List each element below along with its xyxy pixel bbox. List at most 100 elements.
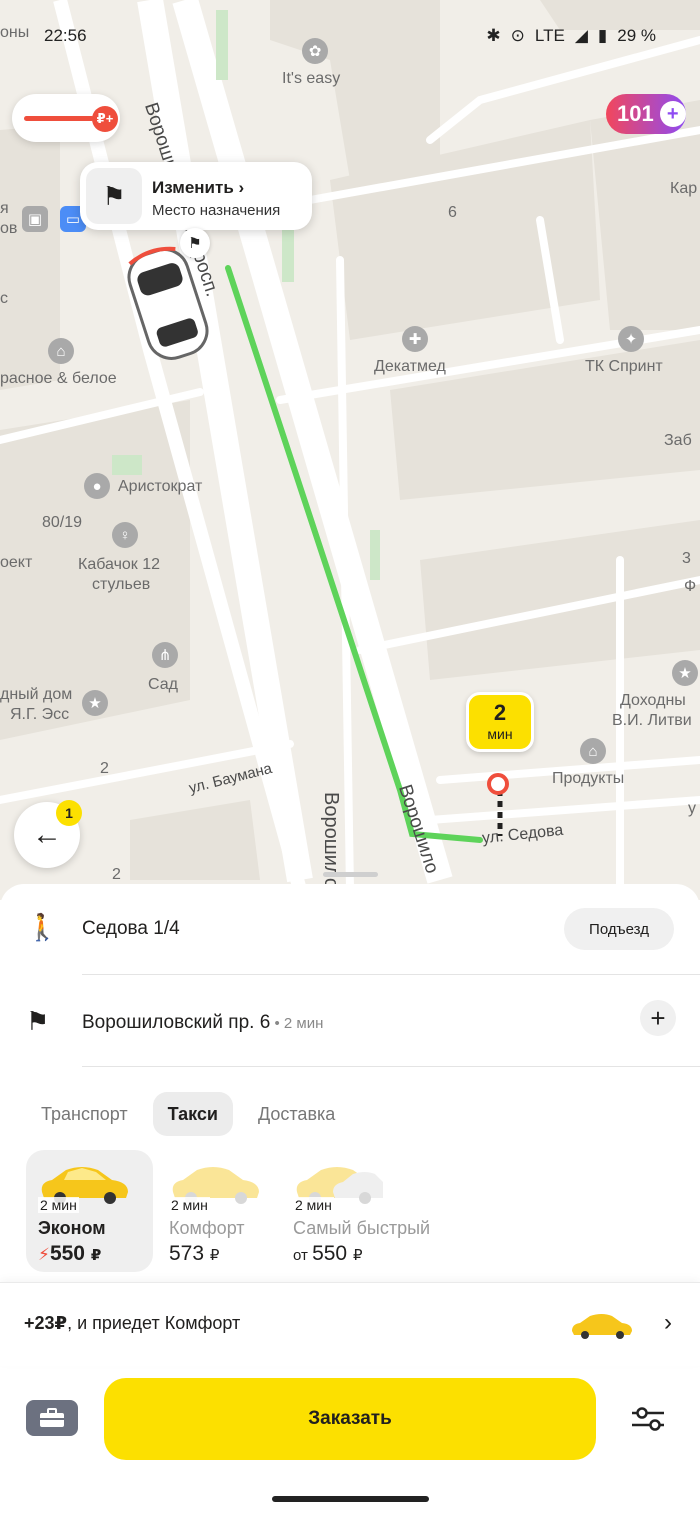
tariff-price: ⚡550 ₽ <box>38 1242 101 1266</box>
upgrade-text: , и приедет Комфорт <box>67 1313 241 1333</box>
upgrade-amount: +23₽ <box>24 1313 68 1333</box>
bottom-bar: Заказать <box>0 1376 700 1466</box>
tariff-name: Эконом <box>38 1218 106 1238</box>
map-label: It's easy <box>282 70 341 87</box>
status-time: 22:56 <box>44 26 87 45</box>
lotus-icon: ✿ <box>302 38 328 64</box>
home-indicator[interactable] <box>272 1496 429 1502</box>
tariff-price-value: 550 <box>49 1242 85 1265</box>
sports-icon: ✦ <box>618 326 644 352</box>
service-tabs: Транспорт Такси Доставка <box>26 1092 350 1136</box>
change-destination-card[interactable]: ⚑ Изменить › Место назначения <box>80 162 312 230</box>
map-label: я <box>0 200 9 217</box>
map-label: Кабачок 12 <box>78 556 161 573</box>
tariff-list: 2 мин Эконом ⚡550 ₽ 2 мин Комфорт 573 ₽ … <box>26 1150 441 1272</box>
surge-price-chip[interactable]: ₽+ <box>12 94 120 142</box>
price-prefix: от <box>293 1247 313 1264</box>
map-label: Ф <box>684 578 697 595</box>
network-label: LTE <box>534 26 565 45</box>
surge-lightning-icon: ⚡ <box>38 1245 50 1264</box>
add-stop-button[interactable]: + <box>640 1000 676 1036</box>
wine-icon: ♀ <box>112 522 138 548</box>
shopping-bag-icon: ▣ <box>22 206 48 232</box>
payment-method-button[interactable] <box>26 1400 78 1436</box>
briefcase-icon <box>40 1408 64 1427</box>
finish-flags-icon: ⚑ <box>26 1006 50 1036</box>
destination-eta: • 2 мин <box>270 1015 324 1032</box>
plus-points-badge[interactable]: 101 + <box>606 94 686 134</box>
map-label: с <box>0 290 8 307</box>
change-destination-title: Изменить › <box>152 178 245 197</box>
map-label: 6 <box>448 204 457 221</box>
upgrade-offer[interactable]: +23₽, и приедет Комфорт › <box>0 1282 700 1366</box>
sheet-handle[interactable] <box>323 872 378 877</box>
person-icon: 🚶 <box>26 912 59 942</box>
destination-address: Ворошиловский пр. 6 <box>82 1012 271 1033</box>
map-label: ов <box>0 220 18 237</box>
map-label: Кар <box>670 180 698 197</box>
map-view[interactable]: 22:56 ✱ ⊙ LTE ◢ ▮ 29 % It's easy оны я о… <box>0 0 700 900</box>
map-label: Доходны <box>620 692 686 709</box>
yellow-car-icon <box>572 1314 632 1339</box>
map-label: 3 <box>682 550 691 567</box>
battery-level: 29 % <box>617 26 656 45</box>
map-label: оны <box>0 24 30 41</box>
destination-pin-icon[interactable]: ⚑ <box>180 228 210 258</box>
map-label: оект <box>0 554 33 571</box>
tariff-eta: 2 мин <box>38 1197 79 1213</box>
place-icon: ● <box>84 473 110 499</box>
medical-icon: ✚ <box>402 326 428 352</box>
map-label: Я.Г. Эсс <box>10 706 70 723</box>
tab-transport[interactable]: Транспорт <box>26 1092 143 1136</box>
currency-sign: ₽ <box>90 1247 102 1264</box>
location-icon: ⊙ <box>510 26 525 45</box>
map-label: стульев <box>92 576 151 593</box>
map-label: Продукты <box>552 770 625 787</box>
tariff-eta: 2 мин <box>169 1197 210 1213</box>
pickup-row[interactable]: 🚶 Седова 1/4 Подъезд <box>0 884 700 974</box>
restaurant-icon: ⋔ <box>152 642 178 668</box>
map-label: Заб <box>664 432 692 449</box>
ruble-plus-icon: ₽+ <box>92 106 118 132</box>
plus-icon: + <box>659 101 686 127</box>
tariff-price: 573 ₽ <box>169 1242 219 1266</box>
pickup-eta-unit: мин <box>487 726 513 742</box>
map-label: 2 <box>112 866 121 883</box>
tariff-eta: 2 мин <box>293 1197 334 1213</box>
currency-sign: ₽ <box>352 1247 363 1264</box>
tariff-fastest[interactable]: 2 мин Самый быстрый от 550 ₽ <box>281 1150 441 1272</box>
tab-delivery[interactable]: Доставка <box>243 1092 350 1136</box>
map-label: 2 <box>100 760 109 777</box>
map-label: дный дом <box>0 686 73 703</box>
plus-points-value: 101 <box>617 101 654 126</box>
map-label: 80/19 <box>42 514 83 531</box>
battery-icon: ▮ <box>597 26 608 45</box>
tariff-name: Комфорт <box>169 1218 245 1238</box>
tab-taxi[interactable]: Такси <box>152 1092 233 1136</box>
map-label: В.И. Литви <box>612 712 692 729</box>
entrance-button[interactable]: Подъезд <box>564 908 674 950</box>
bluetooth-icon: ✱ <box>486 26 501 45</box>
currency-sign: ₽ <box>209 1247 220 1264</box>
star-icon: ★ <box>672 660 698 686</box>
settings-sliders-icon[interactable] <box>630 1404 666 1434</box>
map-label: ТК Спринт <box>585 358 663 375</box>
basket-icon: ⌂ <box>48 338 74 364</box>
destination-row[interactable]: ⚑ Ворошиловский пр. 6 • 2 мин + <box>0 978 700 1068</box>
signal-icon: ◢ <box>574 26 588 45</box>
pickup-eta-value: 2 <box>493 700 507 725</box>
star-icon: ★ <box>82 690 108 716</box>
surge-bar <box>24 116 94 121</box>
notification-badge: 1 <box>56 800 82 826</box>
pickup-eta-bubble: 2 мин <box>466 692 534 752</box>
tariff-price-value: 550 <box>312 1242 348 1265</box>
map-label: Декатмед <box>374 358 446 375</box>
finish-flags-icon: ⚑ <box>86 168 142 224</box>
tariff-price: от 550 ₽ <box>293 1242 363 1266</box>
order-button[interactable]: Заказать <box>104 1378 596 1460</box>
map-label: Сад <box>148 676 178 693</box>
divider <box>82 1066 700 1067</box>
change-destination-subtitle: Место назначения <box>152 202 281 219</box>
tariff-comfort[interactable]: 2 мин Комфорт 573 ₽ <box>157 1150 284 1272</box>
tariff-econom[interactable]: 2 мин Эконом ⚡550 ₽ <box>26 1150 153 1272</box>
